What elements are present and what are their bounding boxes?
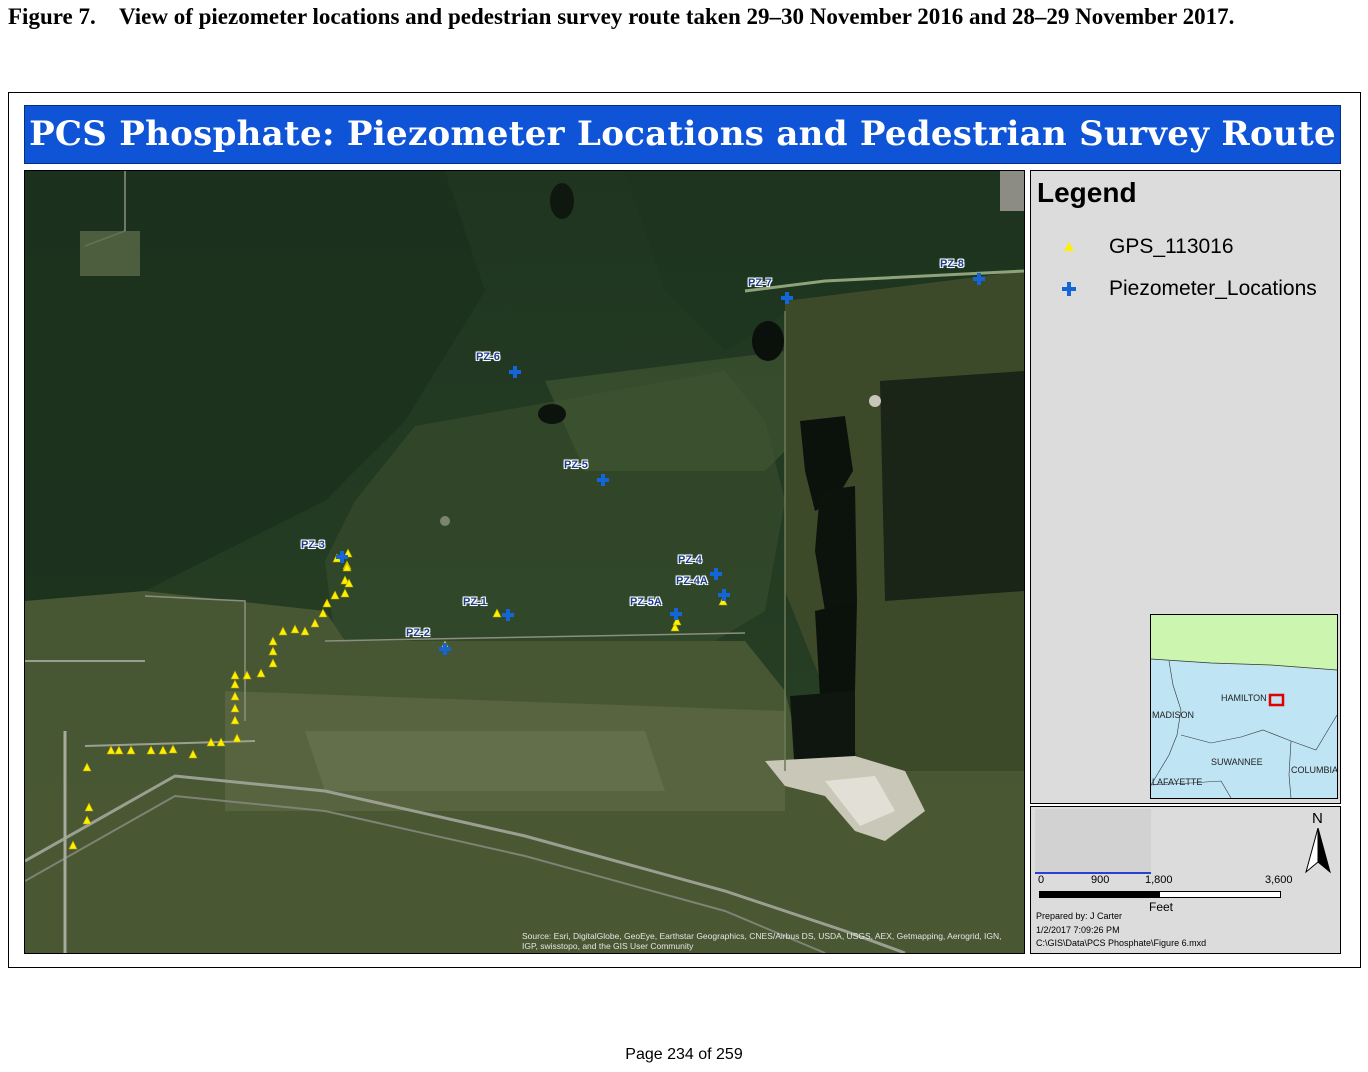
north-label: N (1312, 810, 1323, 827)
gps-point (84, 802, 94, 812)
piezometer-marker-pz-4[interactable] (710, 568, 722, 580)
overview-extent (1035, 809, 1151, 874)
gps-point (310, 618, 320, 628)
scale-tick: 900 (1091, 874, 1110, 886)
piezometer-marker-pz-2[interactable] (439, 643, 451, 655)
scale-tick: 1,800 (1145, 874, 1173, 886)
piezometer-marker-pz-3[interactable] (336, 551, 348, 563)
gps-point (158, 745, 168, 755)
gps-point (68, 840, 78, 850)
legend-item-label: GPS_113016 (1109, 235, 1234, 258)
inset-county-label: SUWANNEE (1211, 757, 1263, 767)
legend-item-label: Piezometer_Locations (1109, 277, 1317, 300)
piezometer-label: PZ-8 (940, 258, 964, 270)
gps-point (232, 733, 242, 743)
piezometer-marker-pz-6[interactable] (509, 366, 521, 378)
blue-cross-icon (1062, 282, 1076, 296)
gps-point (216, 737, 226, 747)
figure-number: Figure 7. (8, 4, 96, 29)
page-footer: Page 234 of 259 (625, 1046, 743, 1063)
inset-county-label: HAMILTON (1221, 693, 1267, 703)
piezometer-label: PZ-1 (463, 596, 487, 608)
figure-caption-text: View of piezometer locations and pedestr… (119, 4, 1235, 29)
legend-title: Legend (1037, 177, 1137, 208)
inset-county-label: COLUMBIA (1291, 765, 1338, 775)
yellow-triangle-icon (1064, 242, 1074, 251)
gps-survey-route (68, 548, 728, 850)
gps-point (340, 588, 350, 598)
piezometer-label: PZ-6 (476, 351, 500, 363)
gps-point (230, 703, 240, 713)
source-attribution: Source: Esri, DigitalGlobe, GeoEye, Eart… (522, 931, 1002, 951)
gps-point (106, 745, 116, 755)
gps-point (114, 745, 124, 755)
scale-bar-segment (1159, 891, 1281, 898)
mxd-path: C:\GIS\Data\PCS Phosphate\Figure 6.mxd (1036, 938, 1207, 948)
gps-point (146, 745, 156, 755)
gps-point (82, 815, 92, 825)
scale-tick: 0 (1038, 874, 1045, 886)
piezometer-marker-pz-7[interactable] (781, 292, 793, 304)
scale-panel: 0 900 1,800 3,600 Feet Prepared by: J Ca… (1030, 806, 1341, 954)
gps-point (230, 679, 240, 689)
scale-bar-segment (1039, 891, 1161, 898)
piezometer-marker-pz-1[interactable] (502, 609, 514, 621)
inset-county-label: LAFAYETTE (1152, 777, 1203, 787)
gps-point (82, 762, 92, 772)
gps-point (492, 608, 502, 618)
figure-caption: Figure 7. View of piezometer locations a… (8, 2, 1348, 31)
gps-point (318, 608, 328, 618)
piezometer-label: PZ-5 (564, 459, 588, 471)
piezometer-label: PZ-4 (678, 554, 702, 566)
piezometer-marker-pz-5a[interactable] (670, 608, 682, 620)
gps-point (126, 745, 136, 755)
north-arrow-graphic (1305, 828, 1331, 874)
gps-point (256, 668, 266, 678)
piezometer-label: PZ-3 (301, 539, 325, 551)
gps-point (168, 744, 178, 754)
gps-point (206, 737, 216, 747)
scale-tick: 3,600 (1265, 874, 1293, 886)
north-arrow-icon: N (1301, 810, 1335, 876)
gps-point (242, 670, 252, 680)
inset-locator-map: HAMILTON MADISON SUWANNEE COLUMBIA LAFAY… (1150, 614, 1338, 799)
piezometer-marker-pz-4a[interactable] (718, 589, 730, 601)
piezometer-marker-pz-5[interactable] (597, 474, 609, 486)
prepared-datetime: 1/2/2017 7:09:26 PM (1036, 925, 1120, 935)
gps-point (268, 646, 278, 656)
gps-point (278, 626, 288, 636)
gps-point (230, 670, 240, 680)
scale-unit: Feet (1149, 900, 1174, 914)
piezometer-label: PZ-2 (406, 627, 430, 639)
inset-county-label: MADISON (1152, 710, 1195, 720)
prepared-by: Prepared by: J Carter (1036, 911, 1123, 921)
piezometer-label: PZ-4A (676, 575, 708, 587)
gps-point (300, 626, 310, 636)
map-title: PCS Phosphate: Piezometer Locations and … (24, 105, 1341, 164)
piezometer-label: PZ-7 (748, 277, 772, 289)
gps-point (268, 636, 278, 646)
gps-point (268, 658, 278, 668)
piezometer-label: PZ-5A (630, 596, 662, 608)
gps-point (188, 749, 198, 759)
gps-point (290, 624, 300, 634)
gps-point (230, 691, 240, 701)
gps-point (330, 590, 340, 600)
aerial-map[interactable]: PZ-1 PZ-2 PZ-3 PZ-4 PZ-4A PZ-5 PZ-5A PZ-… (24, 170, 1025, 954)
gps-point (230, 715, 240, 725)
piezometer-marker-pz-8[interactable] (973, 273, 985, 285)
gps-point (322, 598, 332, 608)
